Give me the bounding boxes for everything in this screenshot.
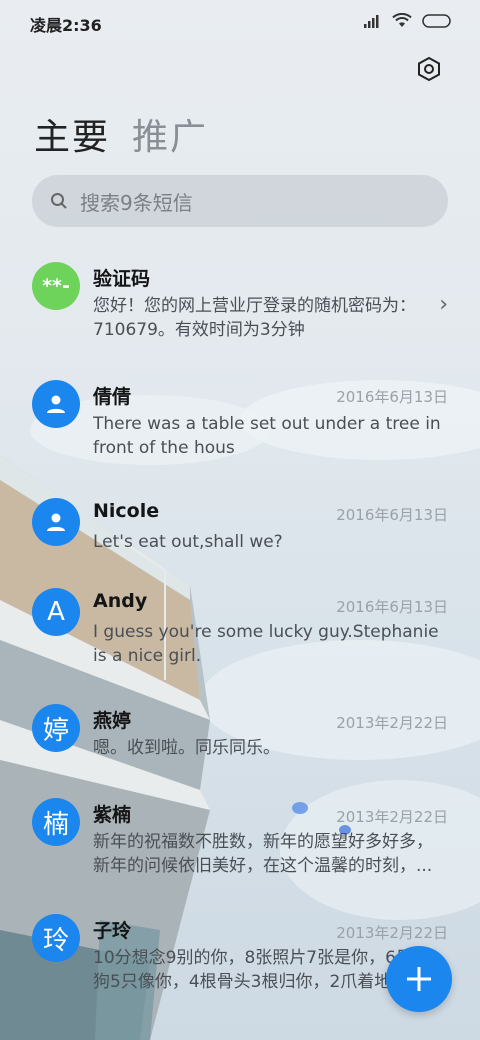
tab-promotions[interactable]: 推广: [132, 108, 208, 160]
conversation-name: 子玲: [93, 920, 132, 942]
conversation-date: 2013年2月22日: [336, 714, 448, 732]
avatar: A: [32, 588, 80, 636]
conversation-name: 验证码: [93, 268, 151, 290]
avatar: [32, 380, 80, 428]
avatar: [32, 498, 80, 546]
conversation-message: I guess you're some lucky guy.Stephanie …: [93, 622, 439, 666]
battery-icon: [422, 13, 451, 28]
conversation-message: Let's eat out,shall we?: [93, 532, 283, 552]
status-icons: [364, 13, 452, 28]
conversation-name: 紫楠: [93, 804, 132, 826]
plus-icon: [407, 967, 431, 991]
list-item[interactable]: A Andy 2016年6月13日 I guess you're some lu…: [0, 580, 480, 680]
tab-primary[interactable]: 主要: [34, 108, 110, 160]
person-icon: [47, 395, 65, 413]
search-input[interactable]: 搜索9条短信: [32, 175, 448, 227]
new-message-button[interactable]: [386, 946, 452, 1012]
conversation-date: 2016年6月13日: [336, 598, 448, 616]
conversation-date: 2016年6月13日: [336, 506, 448, 524]
chevron-right-icon: ›: [439, 292, 448, 317]
conversation-message: 嗯。收到啦。同乐同乐。: [93, 738, 280, 758]
conversation-date: 2013年2月22日: [336, 924, 448, 942]
list-item[interactable]: **- 验证码 您好！您的网上营业厅登录的随机密码为：710679。有效时间为3…: [0, 250, 480, 350]
avatar: 玲: [32, 914, 80, 962]
conversation-name: 倩倩: [93, 386, 132, 408]
avatar: 婷: [32, 704, 80, 752]
conversation-message: 您好！您的网上营业厅登录的随机密码为：710679。有效时间为3分钟: [93, 296, 416, 340]
conversation-message: 新年的祝福数不胜数，新年的愿望好多好多，新年的问候依旧美好，在这个温馨的时刻，.…: [93, 832, 433, 876]
list-item[interactable]: 婷 燕婷 2013年2月22日 嗯。收到啦。同乐同乐。: [0, 698, 480, 768]
settings-button[interactable]: [416, 56, 442, 82]
conversation-name: Nicole: [93, 500, 160, 522]
person-icon: [47, 513, 65, 531]
search-icon: [51, 193, 67, 209]
settings-icon: [418, 56, 440, 82]
conversation-name: Andy: [93, 590, 148, 612]
signal-icon: [364, 14, 379, 28]
list-item[interactable]: 楠 紫楠 2013年2月22日 新年的祝福数不胜数，新年的愿望好多好多，新年的问…: [0, 792, 480, 892]
status-bar: 凌晨2:36: [0, 0, 480, 44]
tab-bar: 主要 推广: [34, 108, 208, 160]
conversation-message: There was a table set out under a tree i…: [93, 414, 441, 458]
avatar: 楠: [32, 798, 80, 846]
conversation-date: 2013年2月22日: [336, 808, 448, 826]
avatar: **-: [32, 262, 80, 310]
status-time: 凌晨2:36: [30, 16, 102, 35]
conversation-name: 燕婷: [93, 710, 132, 732]
search-placeholder: 搜索9条短信: [80, 190, 193, 215]
list-item[interactable]: 倩倩 2016年6月13日 There was a table set out …: [0, 368, 480, 468]
list-item[interactable]: Nicole 2016年6月13日 Let's eat out,shall we…: [0, 486, 480, 556]
wifi-icon: [392, 13, 412, 27]
conversation-date: 2016年6月13日: [336, 388, 448, 406]
